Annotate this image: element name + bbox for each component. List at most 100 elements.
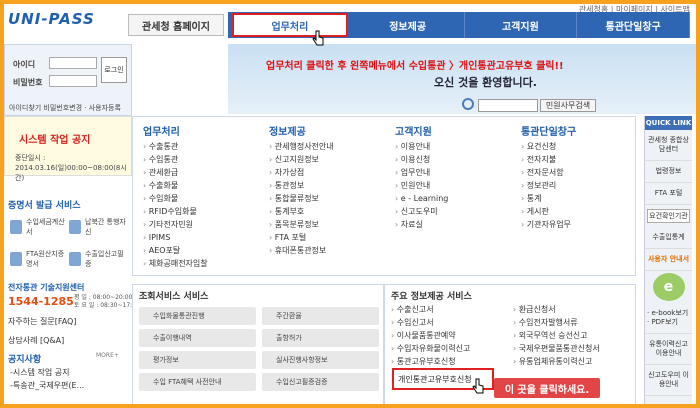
ebook-links[interactable]: · e-book보기 · PDF보기 — [645, 303, 692, 334]
menu-box: 업무처리 수출통관 수입통관 관세환급 수출화물 수입화물 RFID수입화물 기… — [132, 116, 636, 276]
menu-item[interactable]: 자료실 — [395, 218, 448, 231]
nav-business[interactable]: 업무처리 — [232, 13, 348, 37]
nav-support[interactable]: 고객지원 — [465, 12, 578, 38]
quick-item[interactable]: 유통이력신고 이용안내 — [645, 334, 692, 365]
info-title: 주요 정보제공 서비스 — [391, 292, 472, 302]
menu-title[interactable]: 고객지원 — [395, 123, 448, 138]
id-input[interactable] — [49, 57, 97, 69]
menu-item[interactable]: 기관자유업무 — [521, 218, 576, 231]
help-title: 전자통관 기술지원센터 — [8, 283, 85, 292]
menu-item[interactable]: FTA 포털 — [269, 231, 334, 244]
menu-item[interactable]: 요건신청 — [521, 140, 576, 153]
cert-item[interactable]: 수입세금계산서 — [10, 214, 69, 240]
customs-home-button[interactable]: 관세청 홈페이지 — [128, 14, 224, 36]
unipass-logo[interactable]: UNI-PASS — [8, 10, 95, 28]
menu-item[interactable]: 전자지불 — [521, 153, 576, 166]
requirement-select[interactable]: 요건확인기관 — [647, 209, 690, 223]
menu-item[interactable]: 통합물류정보 — [269, 192, 334, 205]
menu-item[interactable]: 정보관리 — [521, 179, 576, 192]
info-item[interactable]: 유통업체유통이력신고 — [513, 355, 631, 368]
info-item[interactable]: 환급신청서 — [513, 303, 631, 316]
password-input[interactable] — [49, 75, 97, 87]
menu-title[interactable]: 정보제공 — [269, 123, 334, 138]
menu-item[interactable]: 이용신청 — [395, 153, 448, 166]
faq-link[interactable]: 자주하는 질문[FAQ] — [4, 316, 132, 327]
main-nav: 업무처리 정보제공 고객지원 통관단일창구 — [228, 12, 690, 38]
quick-item[interactable]: 관세청 종합상담센터 — [645, 130, 692, 161]
quick-item[interactable]: 수출입통계 — [645, 227, 692, 249]
notice-item[interactable]: -시스템 작업 공지 — [4, 367, 128, 378]
service-item[interactable]: 수입신고필증검증 — [262, 373, 379, 391]
info-item[interactable]: 수입신고서 — [391, 316, 509, 329]
info-item[interactable]: 통관고유부호신청 — [391, 355, 509, 368]
menu-item[interactable]: e - Learning — [395, 192, 449, 205]
service-item[interactable]: 수입화물통관진행 — [139, 307, 256, 325]
cert-title: 증명서 발급 서비스 — [8, 201, 81, 211]
login-panel: 아이디 비밀번호 로그인 아이디찾기 비밀번호변경 · 사용자등록 — [4, 44, 132, 116]
menu-item[interactable]: 수입통관 — [143, 153, 208, 166]
menu-item[interactable]: 기타전자민원 — [143, 218, 208, 231]
qa-link[interactable]: 상담사례 [Q&A] — [4, 335, 132, 346]
login-button[interactable]: 로그인 — [101, 57, 127, 83]
menu-item[interactable]: 전자문서함 — [521, 166, 576, 179]
info-item[interactable]: 외국무역선 승선신고 — [513, 329, 631, 342]
menu-item[interactable]: 신고도우미 — [395, 205, 448, 218]
ebook-icon[interactable]: e — [652, 273, 685, 301]
promo-sub: 중단일시 : — [15, 154, 46, 162]
cert-item[interactable]: 납북간 통행자신 — [69, 214, 128, 240]
menu-item[interactable]: 자가상점 — [269, 166, 334, 179]
nav-single-window[interactable]: 통관단일창구 — [577, 12, 690, 38]
menu-item[interactable]: 업무안내 — [395, 166, 448, 179]
promo-date: 2014.03.16(일)00:00~08:00(8시간) — [15, 164, 127, 182]
top-bar: UNI-PASS 관세청 홈페이지 관세청홈 | 마이페이지 | 사이트맵 업무… — [4, 4, 696, 44]
hand-cursor-icon — [312, 30, 324, 46]
cert-item[interactable]: 수출입신고필증 — [69, 246, 128, 272]
quick-item[interactable]: FTA 포털 — [645, 183, 692, 205]
menu-item[interactable]: 수출통관 — [143, 140, 208, 153]
menu-item[interactable]: 통계부호 — [269, 205, 334, 218]
menu-item[interactable]: 체화공매전자입찰 — [143, 257, 208, 270]
info-item[interactable]: 이사물품통관예약 — [391, 329, 509, 342]
menu-item[interactable]: 수입화물 — [143, 192, 208, 205]
menu-item[interactable]: 통관정보 — [269, 179, 334, 192]
login-links[interactable]: 아이디찾기 비밀번호변경 · 사용자등록 — [9, 103, 121, 113]
service-item[interactable]: 수입 FTA혜택 사전안내 — [139, 373, 256, 391]
service-item[interactable]: 주간환율 — [262, 307, 379, 325]
menu-item[interactable]: 민원안내 — [395, 179, 448, 192]
notice-item[interactable]: -특송관_국제우편(E... — [4, 380, 128, 391]
search-button[interactable]: 민원사무검색 — [540, 99, 596, 112]
service-item[interactable]: 실사진행사항정보 — [262, 351, 379, 369]
menu-item[interactable]: 관세환급 — [143, 166, 208, 179]
service-item[interactable]: 수출이행내역 — [139, 329, 256, 347]
menu-item[interactable]: 이용안내 — [395, 140, 448, 153]
quick-item[interactable]: 법령정보 — [645, 161, 692, 183]
menu-item[interactable]: 신고지원정보 — [269, 153, 334, 166]
menu-item[interactable]: RFID수입화물 — [143, 205, 208, 218]
menu-item[interactable]: 게시판 — [521, 205, 576, 218]
menu-title[interactable]: 업무처리 — [143, 123, 208, 138]
cert-item[interactable]: FTA원산지증명서 — [10, 246, 69, 272]
info-item[interactable]: 수입자유화물이력신고 — [391, 342, 509, 355]
info-item[interactable]: 수입전자발행서류 — [513, 316, 631, 329]
menu-item[interactable]: 수출화물 — [143, 179, 208, 192]
instruction-text: 업무처리 클릭한 후 왼쪽메뉴에서 수입통관 〉개인통관고유부호 클릭!! — [266, 61, 564, 72]
quick-item[interactable]: 신고도우미 이용안내 — [645, 365, 692, 396]
nav-information[interactable]: 정보제공 — [352, 12, 465, 38]
menu-item[interactable]: 휴대폰통관정보 — [269, 244, 334, 257]
info-item[interactable]: 국제우편물품통관신청서 — [513, 342, 631, 355]
more-button[interactable]: MORE+ — [96, 352, 119, 359]
system-notice-banner[interactable]: 시스템 작업 공지 중단일시 : 2014.03.16(일)00:00~08:0… — [4, 116, 132, 182]
info-item[interactable]: 수출신고서 — [391, 303, 509, 316]
menu-item[interactable]: AEO포탈 — [143, 244, 208, 257]
menu-item[interactable]: 통계 — [521, 192, 576, 205]
menu-item[interactable]: 품목분류정보 — [269, 218, 334, 231]
service-item[interactable]: 출항허가 — [262, 329, 379, 347]
menu-title[interactable]: 통관단일창구 — [521, 123, 576, 138]
menu-item[interactable]: IPIMS — [143, 231, 208, 244]
quick-title: QUICK LINK — [645, 116, 692, 130]
menu-item[interactable]: 관세행정사전안내 — [269, 140, 334, 153]
welcome-text: 오신 것을 환영합니다. — [434, 76, 537, 89]
service-item[interactable]: 평가정보 — [139, 351, 256, 369]
search-input[interactable] — [478, 99, 538, 112]
services-title: 조회서비스 서비스 — [139, 292, 209, 302]
